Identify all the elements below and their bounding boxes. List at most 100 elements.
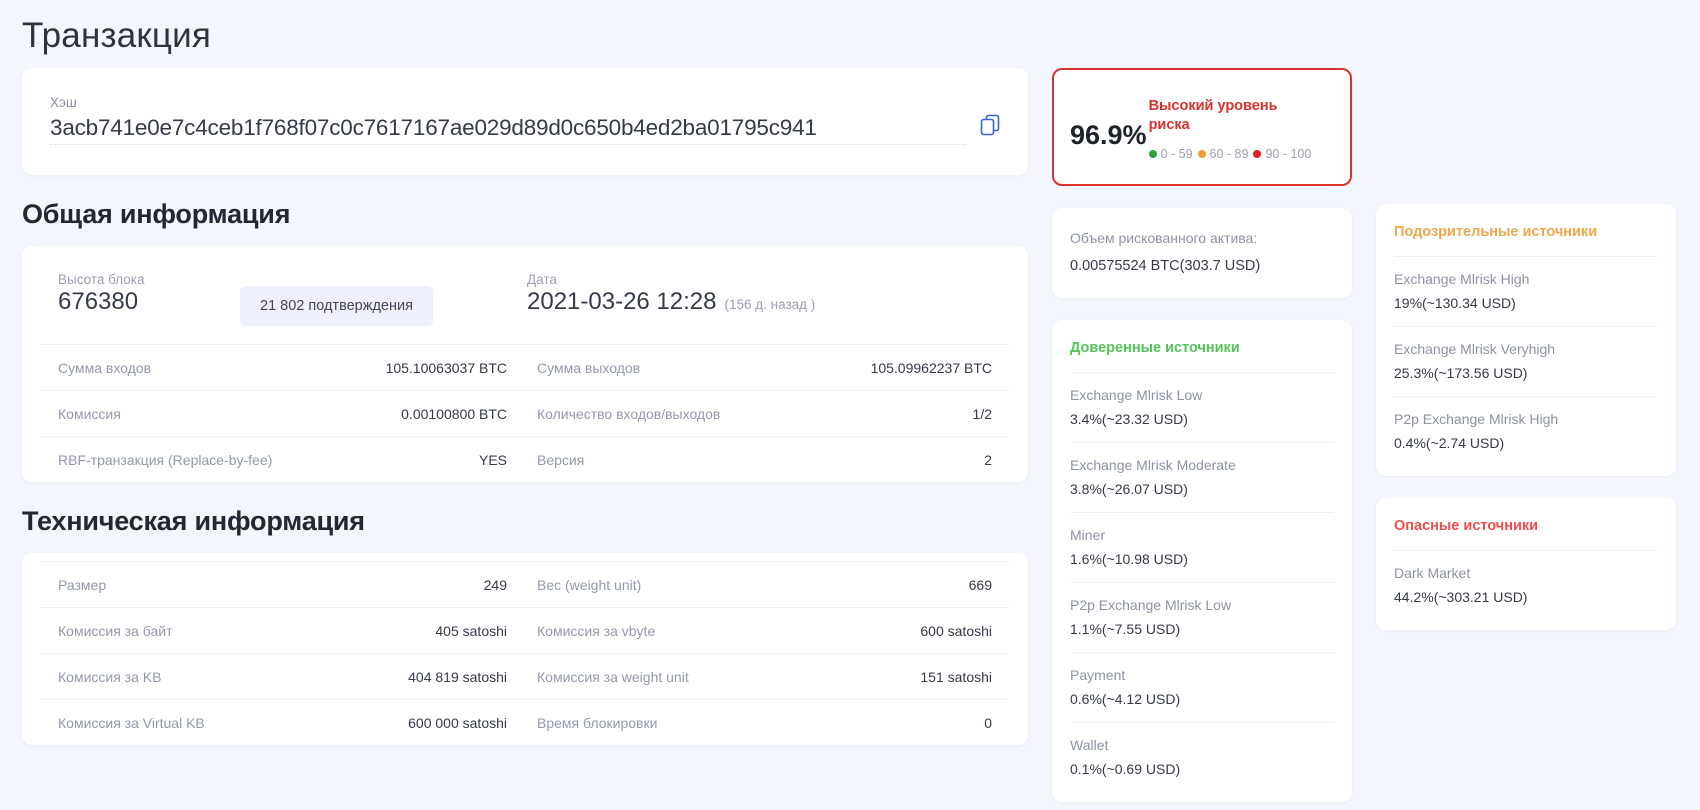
table-cell: Комиссия за байт 405 satoshi bbox=[40, 623, 525, 639]
source-name: Exchange Mlrisk Veryhigh bbox=[1394, 341, 1556, 357]
source-value: 44.2%(~303.21 USD) bbox=[1394, 589, 1528, 605]
confirmations-block: 21 802 подтверждения bbox=[240, 272, 515, 326]
suspicious-sources-title: Подозрительные источники bbox=[1394, 224, 1598, 240]
row-value: 105.09962237 BTC bbox=[870, 359, 992, 376]
source-value: 3.4%(~23.32 USD) bbox=[1070, 411, 1188, 427]
page-title: Транзакция bbox=[22, 16, 212, 55]
row-key: RBF-транзакция (Replace-by-fee) bbox=[58, 451, 273, 468]
list-item: P2p Exchange Mlrisk High 0.4%(~2.74 USD) bbox=[1394, 396, 1658, 466]
table-row: Комиссия за KB 404 819 satoshi Комиссия … bbox=[40, 653, 1010, 699]
general-info-heading: Общая информация bbox=[22, 199, 291, 229]
list-item: P2p Exchange Mlrisk Low 1.1%(~7.55 USD) bbox=[1070, 582, 1334, 652]
date-line: 2021-03-26 12:28 (156 д. назад ) bbox=[527, 287, 1010, 317]
table-row: Сумма входов 105.10063037 BTC Сумма выхо… bbox=[40, 344, 1010, 390]
table-cell: Комиссия за KB 404 819 satoshi bbox=[40, 669, 525, 685]
risky-volume-card: Объем рискованного актива: 0.00575524 BT… bbox=[1052, 208, 1352, 298]
table-cell: Вес (weight unit) 669 bbox=[525, 577, 1010, 593]
list-item: Miner 1.6%(~10.98 USD) bbox=[1070, 512, 1334, 582]
table-row: Комиссия 0.00100800 BTC Количество входо… bbox=[40, 390, 1010, 436]
row-value: 600 satoshi bbox=[920, 622, 992, 639]
row-value: 669 bbox=[968, 576, 992, 593]
list-item: Wallet 0.1%(~0.69 USD) bbox=[1070, 722, 1334, 792]
table-row: Комиссия за Virtual KB 600 000 satoshi В… bbox=[40, 699, 1010, 745]
row-value: 405 satoshi bbox=[435, 622, 507, 639]
risky-volume-label: Объем рискованного актива: bbox=[1070, 230, 1258, 246]
source-value: 0.1%(~0.69 USD) bbox=[1070, 761, 1181, 777]
row-value: 0 bbox=[984, 714, 992, 731]
legend-dot-red bbox=[1253, 150, 1262, 158]
block-height-label: Высота блока bbox=[58, 272, 145, 287]
source-value: 0.4%(~2.74 USD) bbox=[1394, 435, 1505, 451]
page-columns: Хэш 3acb741e0e7c4ceb1f768f07c0c7617167ae… bbox=[22, 68, 1678, 810]
source-value: 1.6%(~10.98 USD) bbox=[1070, 551, 1188, 567]
risk-level-label: Высокий уровень риска bbox=[1148, 98, 1278, 133]
block-height-block: Высота блока 676380 bbox=[40, 272, 240, 317]
legend-item-low: 0 - 59 bbox=[1148, 147, 1193, 161]
row-value: 249 bbox=[483, 576, 507, 593]
risk-score-value: 96.9% bbox=[1070, 120, 1147, 150]
source-value: 3.8%(~26.07 USD) bbox=[1070, 481, 1188, 497]
copy-icon[interactable] bbox=[980, 114, 1000, 145]
source-value: 25.3%(~173.56 USD) bbox=[1394, 365, 1528, 381]
date-label: Дата bbox=[527, 272, 557, 287]
source-name: Wallet bbox=[1070, 737, 1109, 753]
transaction-page: Транзакция Хэш 3acb741e0e7c4ceb1f768f07c… bbox=[0, 0, 1700, 810]
row-key: Комиссия за vbyte bbox=[537, 622, 656, 639]
row-value: 2 bbox=[984, 451, 992, 468]
table-cell: Размер 249 bbox=[40, 577, 525, 593]
confirmations-badge: 21 802 подтверждения bbox=[240, 286, 433, 326]
source-name: Dark Market bbox=[1394, 565, 1471, 581]
row-key: Время блокировки bbox=[537, 714, 658, 731]
table-cell: Версия 2 bbox=[525, 452, 1010, 468]
trusted-sources-panel: Доверенные источники Exchange Mlrisk Low… bbox=[1052, 320, 1352, 802]
trusted-sources-title: Доверенные источники bbox=[1070, 340, 1240, 356]
table-cell: Время блокировки 0 bbox=[525, 715, 1010, 731]
sources-column: Подозрительные источники Exchange Mlrisk… bbox=[1376, 68, 1676, 652]
row-key: Комиссия за байт bbox=[58, 622, 173, 639]
technical-info-heading: Техническая информация bbox=[22, 506, 365, 536]
risk-legend: 0 - 59 60 - 89 90 - 100 bbox=[1148, 147, 1311, 161]
general-rows: Сумма входов 105.10063037 BTC Сумма выхо… bbox=[40, 344, 1010, 482]
table-row: Размер 249 Вес (weight unit) 669 bbox=[40, 561, 1010, 607]
source-name: Miner bbox=[1070, 527, 1106, 543]
row-key: Версия bbox=[537, 451, 585, 468]
row-key: Комиссия за weight unit bbox=[537, 668, 689, 685]
table-cell: Комиссия за vbyte 600 satoshi bbox=[525, 623, 1010, 639]
row-key: Сумма выходов bbox=[537, 359, 641, 376]
source-name: Exchange Mlrisk Moderate bbox=[1070, 457, 1236, 473]
list-item: Dark Market 44.2%(~303.21 USD) bbox=[1394, 550, 1658, 620]
row-key: Комиссия за KB bbox=[58, 668, 162, 685]
row-value: 1/2 bbox=[972, 405, 992, 422]
dangerous-sources-title: Опасные источники bbox=[1394, 518, 1539, 534]
list-item: Exchange Mlrisk Low 3.4%(~23.32 USD) bbox=[1070, 372, 1334, 442]
dangerous-sources-panel: Опасные источники Dark Market 44.2%(~303… bbox=[1376, 498, 1676, 630]
row-value: 151 satoshi bbox=[920, 668, 992, 685]
source-name: Exchange Mlrisk High bbox=[1394, 271, 1530, 287]
legend-dot-orange bbox=[1197, 150, 1206, 158]
row-value: 600 000 satoshi bbox=[408, 714, 507, 731]
source-name: Payment bbox=[1070, 667, 1126, 683]
source-value: 19%(~130.34 USD) bbox=[1394, 295, 1516, 311]
row-key: Количество входов/выходов bbox=[537, 405, 721, 422]
technical-info-card: Размер 249 Вес (weight unit) 669 Комисси… bbox=[22, 553, 1028, 745]
table-cell: Комиссия за Virtual KB 600 000 satoshi bbox=[40, 715, 525, 731]
table-row: Комиссия за байт 405 satoshi Комиссия за… bbox=[40, 607, 1010, 653]
legend-item-high: 90 - 100 bbox=[1253, 147, 1311, 161]
legend-dot-green bbox=[1148, 150, 1157, 158]
list-item: Exchange Mlrisk High 19%(~130.34 USD) bbox=[1394, 256, 1658, 326]
risk-details: Высокий уровень риска 0 - 59 60 - 89 90 … bbox=[1147, 95, 1311, 161]
source-name: Exchange Mlrisk Low bbox=[1070, 387, 1203, 403]
row-key: Вес (weight unit) bbox=[537, 576, 642, 593]
table-cell: Количество входов/выходов 1/2 bbox=[525, 406, 1010, 422]
legend-item-medium: 60 - 89 bbox=[1197, 147, 1248, 161]
row-key: Комиссия за Virtual KB bbox=[58, 714, 205, 731]
date-block: Дата 2021-03-26 12:28 (156 д. назад ) bbox=[515, 272, 1010, 317]
row-value: YES bbox=[478, 451, 507, 468]
general-info-card: Высота блока 676380 21 802 подтверждения… bbox=[22, 246, 1028, 482]
list-item: Exchange Mlrisk Veryhigh 25.3%(~173.56 U… bbox=[1394, 326, 1658, 396]
list-item: Payment 0.6%(~4.12 USD) bbox=[1070, 652, 1334, 722]
row-key: Размер bbox=[58, 576, 107, 593]
table-cell: Комиссия за weight unit 151 satoshi bbox=[525, 669, 1010, 685]
source-value: 1.1%(~7.55 USD) bbox=[1070, 621, 1181, 637]
row-key: Комиссия bbox=[58, 405, 121, 422]
